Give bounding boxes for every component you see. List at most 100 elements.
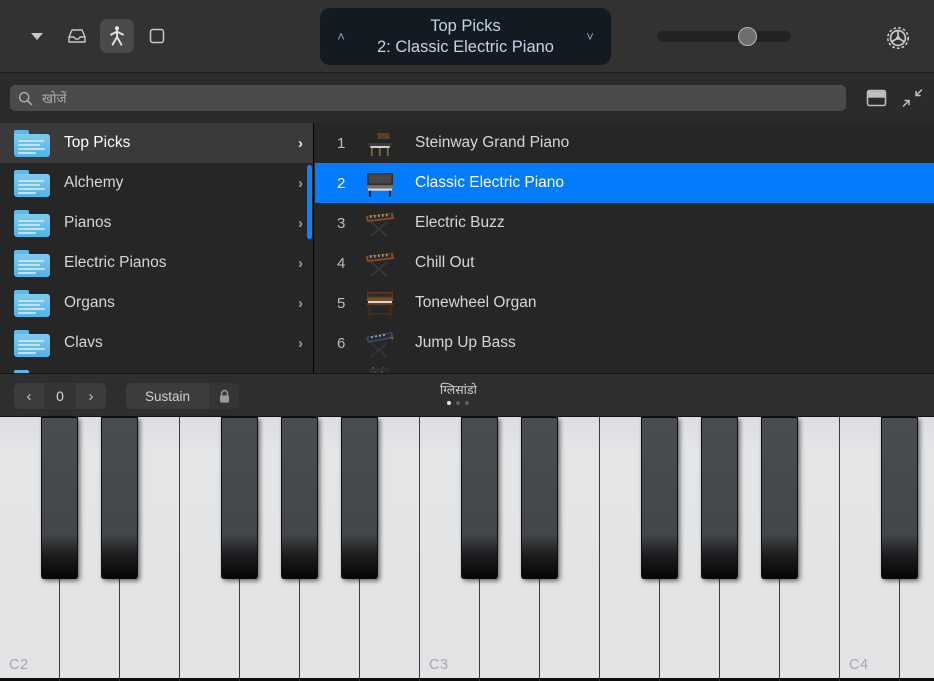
- patch-label: Electric Buzz: [415, 214, 505, 231]
- patch-display-category: Top Picks: [430, 16, 501, 35]
- library-browser: Top Picks › Alchemy › Pianos › Electric …: [0, 123, 934, 373]
- category-label: Alchemy: [64, 174, 124, 191]
- collapse-arrows-icon[interactable]: [900, 86, 925, 110]
- patch-number: 1: [337, 134, 346, 152]
- chevron-right-icon: ›: [298, 254, 303, 272]
- instrument-browser-window: ˄ Top Picks 2: Classic Electric Piano ˅: [0, 0, 934, 681]
- patch-next-chevron-icon[interactable]: ˅: [581, 29, 599, 44]
- page-dot[interactable]: [465, 401, 470, 405]
- black-key[interactable]: [101, 417, 138, 579]
- patch-number: 2: [337, 174, 346, 192]
- octave-label: C4: [849, 657, 869, 673]
- chevron-right-icon: ›: [298, 134, 303, 152]
- patch-number: 3: [337, 214, 346, 232]
- lock-icon[interactable]: [209, 383, 240, 409]
- patch-row[interactable]: 5 Tonewheel Organ: [315, 283, 934, 323]
- patch-row[interactable]: 3 Electric Buzz: [315, 203, 934, 243]
- piano-keyboard: C2 C3 C4: [0, 417, 934, 681]
- folder-icon: [14, 169, 50, 197]
- category-row[interactable]: Alchemy ›: [0, 163, 313, 203]
- octave-label: C2: [9, 657, 29, 673]
- glissando-control[interactable]: ग्लिसांडो: [440, 381, 477, 405]
- category-row[interactable]: Clavs ›: [0, 323, 313, 363]
- octave-up-button[interactable]: ›: [76, 383, 106, 409]
- patch-label: Chill Out: [415, 254, 475, 271]
- black-key[interactable]: [521, 417, 558, 579]
- glissando-page-dots[interactable]: [440, 401, 477, 405]
- black-key[interactable]: [221, 417, 258, 579]
- chevron-right-icon: ›: [298, 334, 303, 352]
- triangle-down-icon[interactable]: [20, 19, 54, 53]
- folder-icon: [14, 129, 50, 157]
- person-figure-icon[interactable]: [100, 19, 134, 53]
- controller-thumb: [359, 327, 401, 359]
- patch-row[interactable]: 2 Classic Electric Piano: [315, 163, 934, 203]
- folder-icon: [14, 249, 50, 277]
- page-dot[interactable]: [447, 401, 452, 405]
- split-view-icon[interactable]: [864, 86, 889, 110]
- black-key[interactable]: [881, 417, 918, 579]
- category-label: Top Picks: [64, 134, 131, 151]
- window-rect-icon[interactable]: [140, 19, 174, 53]
- chevron-right-icon: ›: [298, 214, 303, 232]
- category-label: Pianos: [64, 214, 112, 231]
- page-dot[interactable]: [456, 401, 461, 405]
- octave-value[interactable]: 0: [44, 383, 76, 409]
- inbox-tray-icon[interactable]: [60, 19, 94, 53]
- volume-slider[interactable]: [657, 26, 791, 46]
- patch-list: 1 Steinway Grand Piano 2 Classic Electri…: [315, 123, 934, 373]
- patch-prev-chevron-icon[interactable]: ˄: [332, 29, 350, 44]
- folder-icon: [14, 289, 50, 317]
- category-scrollbar[interactable]: [307, 165, 312, 239]
- folder-icon: [14, 209, 50, 237]
- top-toolbar: ˄ Top Picks 2: Classic Electric Piano ˅: [0, 0, 934, 73]
- black-key[interactable]: [341, 417, 378, 579]
- chevron-right-icon: ›: [298, 294, 303, 312]
- category-row[interactable]: Pianos ›: [0, 203, 313, 243]
- patch-display-text: Top Picks 2: Classic Electric Piano: [350, 16, 581, 57]
- patch-number: 4: [337, 254, 346, 272]
- category-list: Top Picks › Alchemy › Pianos › Electric …: [0, 123, 314, 373]
- patch-label: Jump Up Bass: [415, 334, 516, 351]
- black-key[interactable]: [641, 417, 678, 579]
- octave-label: C3: [429, 657, 449, 673]
- patch-row-partial[interactable]: [315, 363, 934, 373]
- volume-slider-track[interactable]: [657, 26, 791, 46]
- patch-label: Tonewheel Organ: [415, 294, 537, 311]
- patch-display-name: 2: Classic Electric Piano: [377, 37, 554, 56]
- patch-number: 5: [337, 294, 346, 312]
- patch-row[interactable]: 6 Jump Up Bass: [315, 323, 934, 363]
- black-key[interactable]: [761, 417, 798, 579]
- octave-down-button[interactable]: ‹: [14, 383, 44, 409]
- gear-icon[interactable]: [882, 22, 914, 54]
- sustain-button[interactable]: Sustain: [126, 383, 209, 409]
- volume-slider-knob[interactable]: [738, 26, 757, 46]
- upright-piano-thumb: [359, 167, 401, 199]
- black-key[interactable]: [461, 417, 498, 579]
- synth-keyboard-thumb: [359, 247, 401, 279]
- category-row[interactable]: Electric Pianos ›: [0, 243, 313, 283]
- folder-icon: [14, 329, 50, 357]
- synth-keyboard-thumb: [359, 207, 401, 239]
- patch-number: 6: [337, 334, 346, 352]
- category-row[interactable]: Organs ›: [0, 283, 313, 323]
- octave-stepper: ‹ 0 ›: [14, 383, 106, 409]
- search-placeholder: खोजें: [42, 91, 67, 106]
- patch-label: Classic Electric Piano: [415, 174, 565, 191]
- toolbar-left-buttons: [0, 19, 174, 53]
- patch-display[interactable]: ˄ Top Picks 2: Classic Electric Piano ˅: [320, 8, 611, 65]
- black-key[interactable]: [281, 417, 318, 579]
- black-key[interactable]: [41, 417, 78, 579]
- black-key[interactable]: [701, 417, 738, 579]
- keyboard-control-bar: ‹ 0 › Sustain ग्लिसांडो स्केल: [0, 373, 934, 417]
- glissando-label: ग्लिसांडो: [440, 383, 477, 397]
- search-input[interactable]: खोजें: [10, 85, 846, 111]
- category-row-partial[interactable]: [0, 363, 313, 373]
- patch-row[interactable]: 1 Steinway Grand Piano: [315, 123, 934, 163]
- patch-row[interactable]: 4 Chill Out: [315, 243, 934, 283]
- category-row[interactable]: Top Picks ›: [0, 123, 313, 163]
- category-label: Organs: [64, 294, 115, 311]
- organ-thumb: [359, 287, 401, 319]
- sustain-group: Sustain: [126, 383, 240, 409]
- category-label: Electric Pianos: [64, 254, 167, 271]
